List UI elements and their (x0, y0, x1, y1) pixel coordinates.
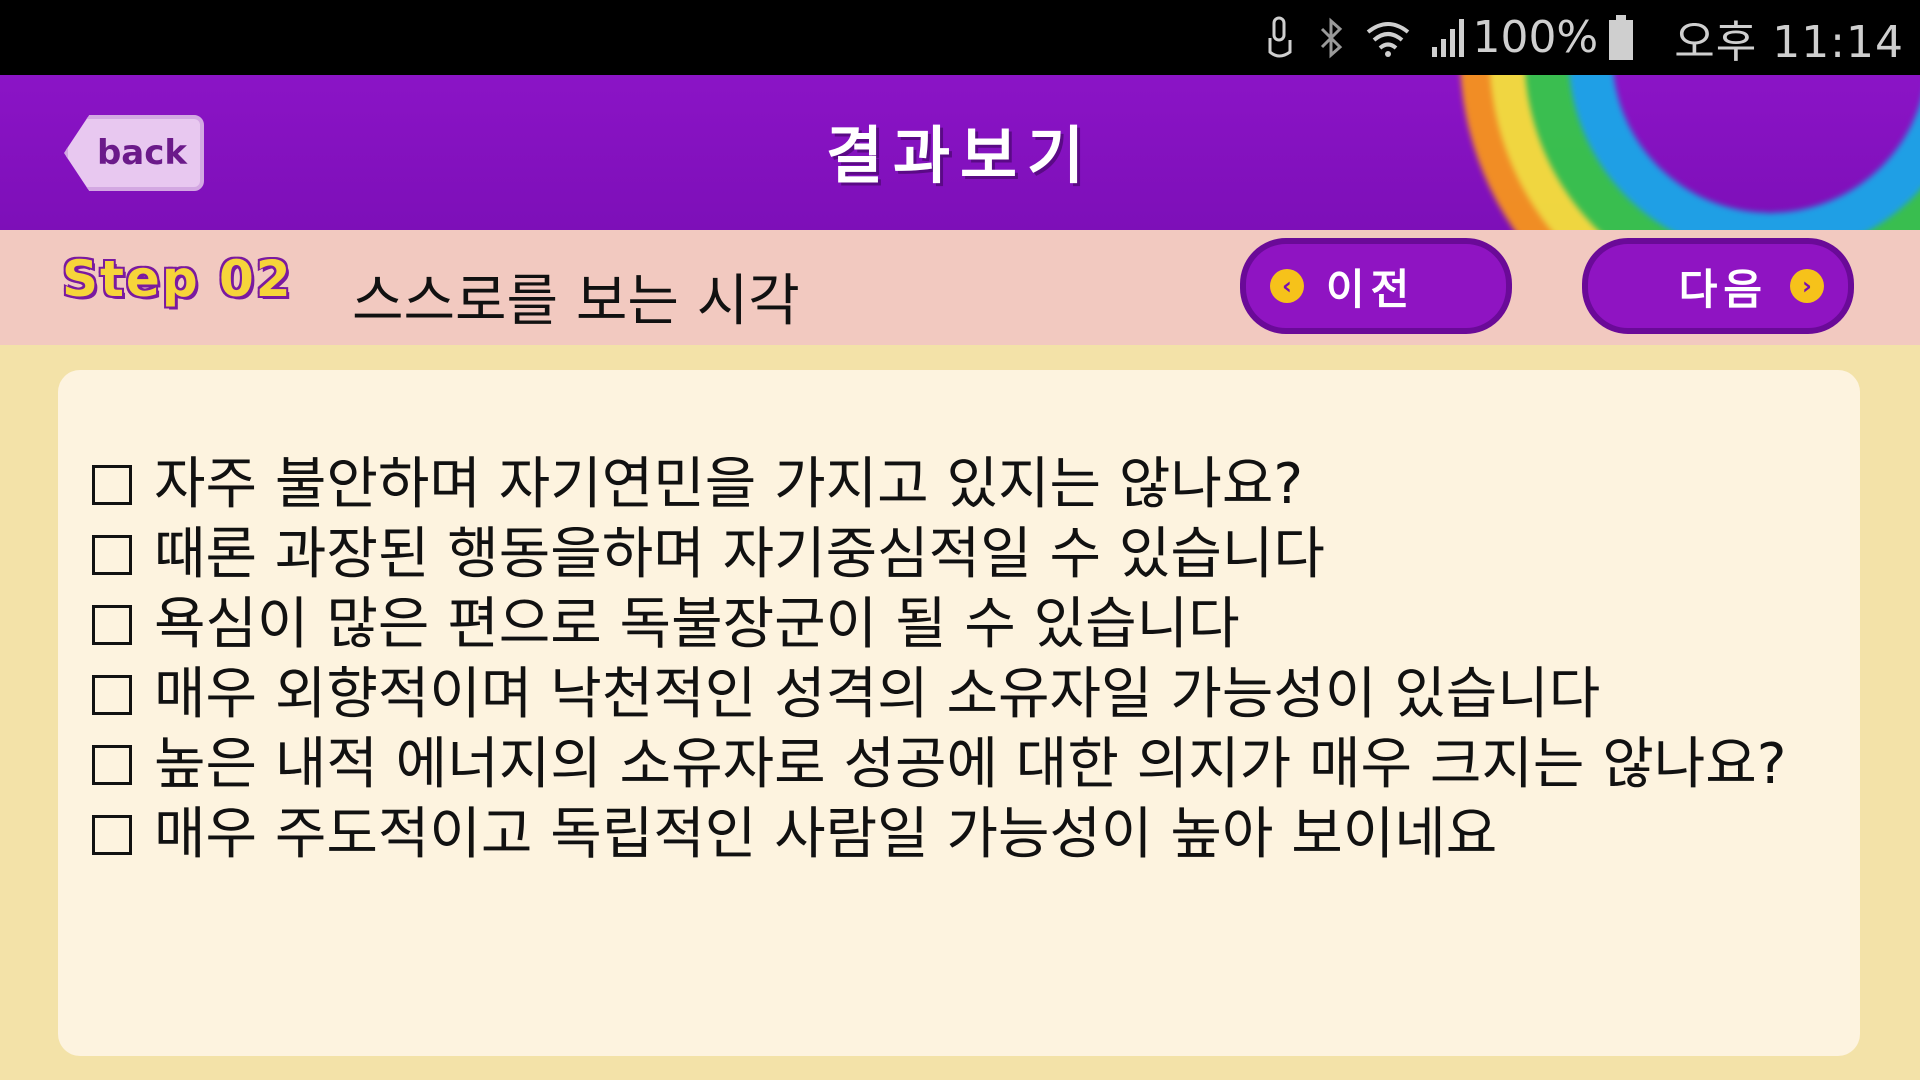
list-item: 욕심이 많은 편으로 독불장군이 될 수 있습니다 (92, 590, 1792, 660)
next-button-label: 다음 (1678, 264, 1768, 314)
step-bar: Step 02 스스로를 보는 시각 ‹ 이전 다음 › (0, 230, 1920, 345)
list-item: 높은 내적 에너지의 소유자로 성공에 대한 의지가 매우 크지는 않나요? (92, 730, 1792, 800)
wifi-icon (1366, 18, 1410, 58)
step-title: 스스로를 보는 시각 (352, 269, 800, 334)
list-item-text: 때론 과장된 행동을하며 자기중심적일 수 있습니다 (154, 522, 1325, 587)
next-button[interactable]: 다음 › (1582, 238, 1854, 334)
result-panel: 자주 불안하며 자기연민을 가지고 있지는 않나요? 때론 과장된 행동을하며 … (58, 370, 1860, 1056)
checkbox[interactable] (92, 535, 132, 575)
list-item-text: 자주 불안하며 자기연민을 가지고 있지는 않나요? (154, 452, 1304, 517)
chevron-left-icon: ‹ (1270, 269, 1304, 303)
list-item-text: 욕심이 많은 편으로 독불장군이 될 수 있습니다 (154, 592, 1240, 657)
checkbox[interactable] (92, 605, 132, 645)
signal-icon (1432, 17, 1466, 59)
list-item-text: 매우 주도적이고 독립적인 사람일 가능성이 높아 보이네요 (154, 802, 1498, 867)
list-item-text: 매우 외향적이며 낙천적인 성격의 소유자일 가능성이 있습니다 (154, 662, 1601, 727)
chevron-right-icon: › (1790, 269, 1824, 303)
checklist: 자주 불안하며 자기연민을 가지고 있지는 않나요? 때론 과장된 행동을하며 … (92, 450, 1792, 870)
clock: 오후 11:14 (1674, 16, 1904, 68)
checkbox[interactable] (92, 675, 132, 715)
status-bar: 100% 오후 11:14 (0, 0, 1920, 75)
checkbox[interactable] (92, 465, 132, 505)
prev-button-label: 이전 (1326, 264, 1416, 314)
page-title: 결과보기 (825, 119, 1095, 192)
touch-icon (1262, 16, 1296, 60)
checkbox[interactable] (92, 815, 132, 855)
list-item: 매우 주도적이고 독립적인 사람일 가능성이 높아 보이네요 (92, 800, 1792, 870)
prev-button[interactable]: ‹ 이전 (1240, 238, 1512, 334)
list-item: 매우 외향적이며 낙천적인 성격의 소유자일 가능성이 있습니다 (92, 660, 1792, 730)
bluetooth-icon (1318, 17, 1344, 59)
list-item: 때론 과장된 행동을하며 자기중심적일 수 있습니다 (92, 520, 1792, 590)
battery-percent: 100% (1472, 12, 1599, 63)
checkbox[interactable] (92, 745, 132, 785)
app-header: back 결과보기 (0, 75, 1920, 230)
list-item-text: 높은 내적 에너지의 소유자로 성공에 대한 의지가 매우 크지는 않나요? (154, 732, 1787, 797)
list-item: 자주 불안하며 자기연민을 가지고 있지는 않나요? (92, 450, 1792, 520)
step-label: Step 02 (62, 250, 293, 308)
battery-icon (1608, 14, 1634, 61)
